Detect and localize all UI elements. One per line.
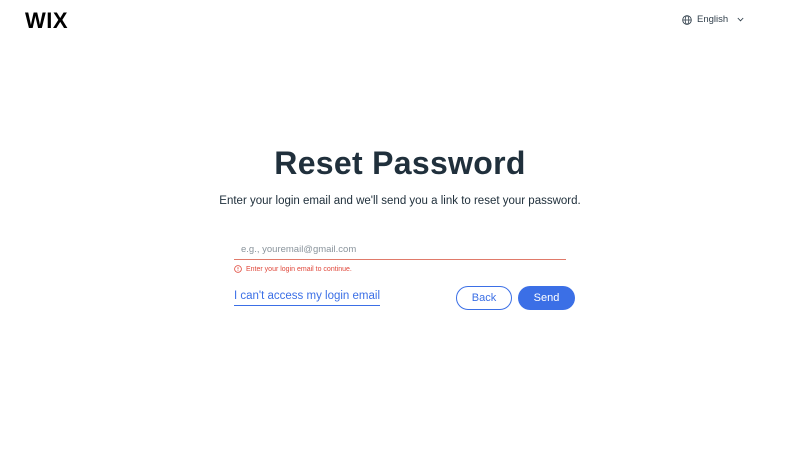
- chevron-down-icon: [737, 17, 744, 22]
- language-selector[interactable]: English: [682, 14, 744, 25]
- email-error-message: Enter your login email to continue.: [234, 265, 352, 273]
- error-text: Enter your login email to continue.: [246, 265, 352, 273]
- page-subtitle: Enter your login email and we'll send yo…: [219, 195, 581, 207]
- back-button[interactable]: Back: [456, 286, 512, 310]
- globe-icon: [682, 14, 692, 25]
- email-input[interactable]: [234, 240, 566, 260]
- wix-logo[interactable]: WIX: [25, 8, 68, 34]
- cant-access-email-link[interactable]: I can't access my login email: [234, 290, 381, 306]
- alert-circle-icon: [234, 265, 242, 273]
- page-title: Reset Password: [274, 145, 526, 181]
- send-button[interactable]: Send: [518, 286, 575, 310]
- reset-password-page: WIX English Reset Password Enter your lo…: [0, 0, 800, 450]
- language-label: English: [697, 14, 729, 25]
